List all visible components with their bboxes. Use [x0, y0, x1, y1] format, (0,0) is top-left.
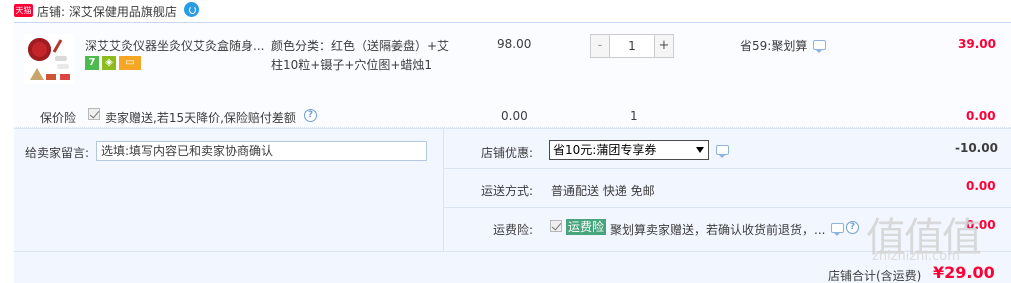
- accessory-graphic: [60, 74, 70, 80]
- seven-day-return-icon[interactable]: 7: [85, 56, 99, 70]
- unit-price: 98.00: [497, 37, 532, 51]
- qty-decrease-button[interactable]: -: [591, 35, 610, 57]
- seller-message-label: 给卖家留言:: [25, 146, 90, 160]
- promo-message-icon[interactable]: [813, 40, 826, 53]
- promo-text: 省59:聚划算: [740, 39, 808, 53]
- watermark-url: zhizhizhi.com: [872, 249, 960, 264]
- item-title-link[interactable]: 深艾艾灸仪器坐灸仪艾灸盒随身...: [85, 37, 265, 54]
- moxa-disc-graphic: [28, 38, 51, 61]
- divider: [443, 129, 444, 251]
- qty-increase-button[interactable]: +: [654, 35, 673, 57]
- shop-name-link[interactable]: 店铺: 深艾保健用品旗舰店: [37, 3, 177, 20]
- insurance-help-icon[interactable]: ?: [304, 109, 317, 122]
- freight-insurance-description: 聚划算卖家赠送，若确认收货前退货，...: [610, 223, 826, 237]
- divider: [444, 168, 1011, 169]
- accessory-graphic: [55, 56, 67, 61]
- item-thumbnail[interactable]: [24, 34, 74, 84]
- freight-help-icon[interactable]: ?: [846, 221, 859, 234]
- tweezers-graphic: [52, 39, 63, 53]
- quantity-stepper: - +: [590, 34, 674, 58]
- freight-insurance-checkbox[interactable]: [550, 220, 562, 232]
- accessory-graphic: [57, 64, 69, 69]
- shipping-total: 0.00: [966, 179, 996, 193]
- tmall-badge: 天猫: [14, 4, 33, 17]
- freight-insurance-badge: 运费险: [566, 219, 607, 235]
- divider: [14, 251, 1011, 252]
- insurance-price: 0.00: [501, 109, 528, 123]
- item-subtotal: 39.00: [958, 37, 996, 51]
- discount-message-icon[interactable]: [716, 145, 729, 158]
- shop-discount-selected: 省10元:蒲团专享券: [553, 143, 657, 157]
- shipping-method-value: 普通配送 快递 免邮: [551, 184, 655, 198]
- shipping-method-label: 运送方式:: [481, 184, 534, 198]
- service-icons: 7 ◈ ▭: [85, 56, 144, 70]
- insurance-total: 0.00: [966, 109, 996, 123]
- insurance-description: 卖家赠送,若15天降价,保险赔付差额: [105, 111, 296, 125]
- shop-total-label: 店铺合计(含运费): [828, 269, 922, 283]
- chevron-down-icon: [696, 147, 704, 153]
- freight-insurance-label: 运费险:: [493, 223, 534, 237]
- divider: [14, 128, 1011, 129]
- guarantee-icon[interactable]: ◈: [102, 56, 116, 70]
- shop-total-amount: ¥29.00: [933, 263, 995, 282]
- wangwang-chat-icon[interactable]: [184, 2, 199, 17]
- shop-discount-label: 店铺优惠:: [481, 146, 534, 160]
- accessory-graphic: [46, 74, 56, 80]
- credit-card-icon[interactable]: ▭: [119, 56, 141, 70]
- insurance-checkbox[interactable]: [88, 108, 100, 120]
- shop-discount-total: -10.00: [955, 141, 998, 155]
- shop-discount-select[interactable]: 省10元:蒲团专享券: [549, 140, 709, 160]
- item-sku: 颜色分类：红色（送隔姜盘）+艾柱10粒+镊子+穴位图+蜡烛1: [271, 39, 450, 72]
- moxa-cone-graphic: [30, 68, 44, 80]
- qty-input[interactable]: [611, 35, 653, 57]
- freight-message-icon[interactable]: [831, 223, 844, 236]
- insurance-label: 保价险: [40, 111, 77, 125]
- insurance-qty: 1: [630, 109, 638, 123]
- seller-message-input[interactable]: [96, 141, 427, 161]
